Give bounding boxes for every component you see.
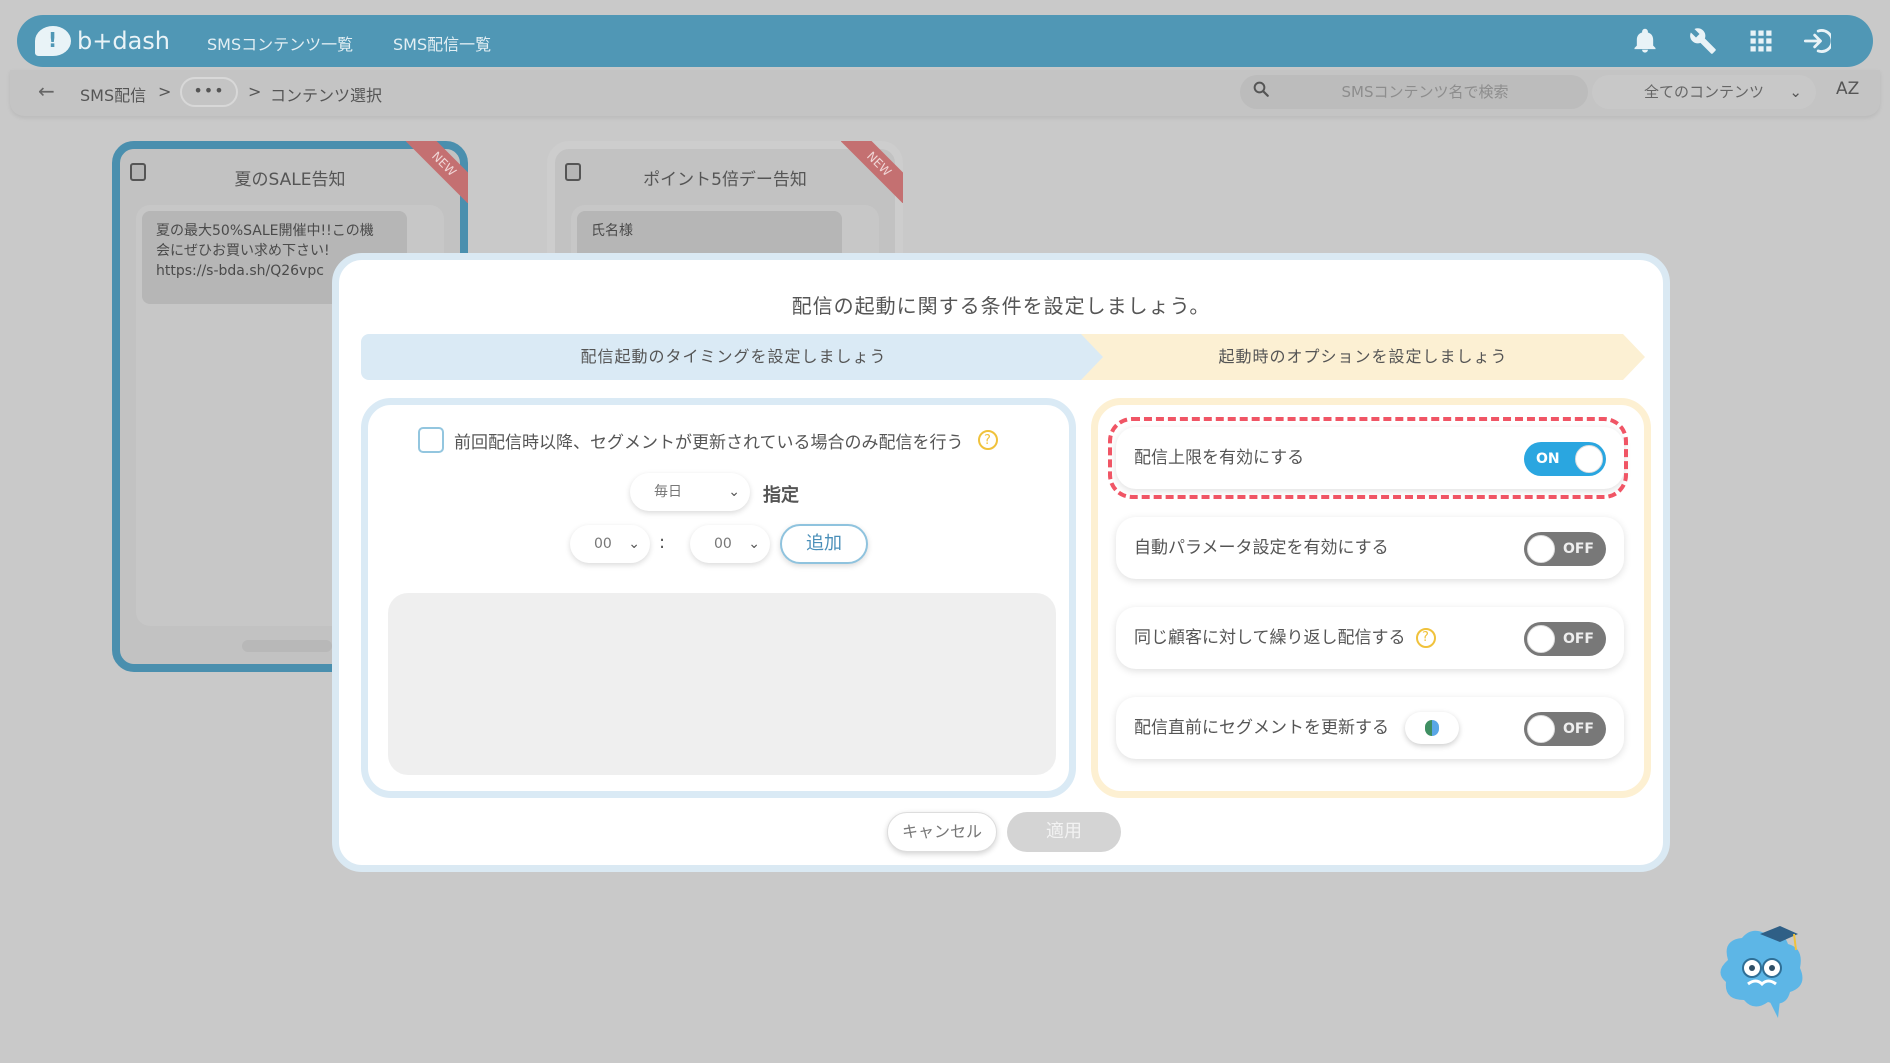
- new-badge: NEW: [841, 141, 903, 203]
- segment-updated-only-checkbox[interactable]: [418, 427, 444, 453]
- nav-sms-deliveries[interactable]: SMS配信一覧: [393, 31, 491, 55]
- option-label: 同じ顧客に対して繰り返し配信する: [1134, 628, 1406, 648]
- help-icon[interactable]: ?: [977, 430, 998, 450]
- frequency-select[interactable]: 毎日 ⌄: [630, 473, 750, 511]
- logout-icon[interactable]: [1803, 27, 1834, 55]
- option-refresh-segment: 配信直前にセグメントを更新する OFF: [1116, 697, 1624, 759]
- toggle-state: OFF: [1562, 721, 1594, 737]
- apply-button[interactable]: 適用: [1007, 812, 1121, 852]
- breadcrumb-separator: >: [248, 82, 262, 101]
- hour-select[interactable]: 00 ⌄: [570, 525, 650, 563]
- frequency-value: 毎日: [654, 484, 682, 500]
- breadcrumb-separator: >: [158, 82, 172, 101]
- new-ribbon: NEW: [841, 141, 903, 203]
- nav-sms-contents[interactable]: SMSコンテンツ一覧: [207, 31, 353, 55]
- search-icon: [1252, 80, 1270, 103]
- modal-title: 配信の起動に関する条件を設定しましょう。: [791, 294, 1211, 318]
- mascot-helper-icon[interactable]: [1708, 920, 1818, 1020]
- segment-updated-only-row: 前回配信時以降、セグメントが更新されている場合のみ配信を行う ?: [418, 427, 998, 453]
- bell-icon[interactable]: [1631, 27, 1659, 55]
- delivery-trigger-modal: 配信の起動に関する条件を設定しましょう。 配信起動のタイミングを設定しましょう …: [332, 253, 1670, 872]
- option-label: 自動パラメータ設定を有効にする: [1134, 538, 1389, 558]
- toggle-state: OFF: [1562, 631, 1594, 647]
- apps-grid-icon[interactable]: [1747, 27, 1775, 55]
- minute-select[interactable]: 00 ⌄: [690, 525, 770, 563]
- repeat-delivery-toggle[interactable]: OFF: [1524, 622, 1606, 656]
- breadcrumb-more-button[interactable]: •••: [180, 77, 238, 107]
- content-filter-select[interactable]: 全てのコンテンツ ⌄: [1592, 75, 1816, 109]
- option-label-row: 同じ顧客に対して繰り返し配信する ?: [1134, 607, 1436, 669]
- option-delivery-limit: 配信上限を有効にする ON: [1116, 427, 1624, 489]
- timing-panel: 前回配信時以降、セグメントが更新されている場合のみ配信を行う ? 毎日 ⌄ 指定…: [361, 398, 1076, 798]
- chevron-down-icon: ⌄: [628, 536, 640, 552]
- toggle-knob: [1575, 445, 1603, 473]
- delivery-limit-toggle[interactable]: ON: [1524, 442, 1606, 476]
- toggle-state: OFF: [1562, 541, 1594, 557]
- option-repeat-delivery: 同じ顧客に対して繰り返し配信する ? OFF: [1116, 607, 1624, 669]
- back-arrow-icon[interactable]: ←: [38, 79, 55, 103]
- hour-value: 00: [594, 536, 612, 552]
- option-label: 配信上限を有効にする: [1134, 448, 1305, 468]
- options-panel: 配信上限を有効にする ON 自動パラメータ設定を有効にする OFF 同じ顧客に対…: [1091, 398, 1651, 798]
- time-separator: :: [659, 532, 666, 553]
- help-icon[interactable]: ?: [1415, 628, 1436, 648]
- chevron-down-icon: ⌄: [748, 536, 760, 552]
- toggle-knob: [1527, 625, 1555, 653]
- search-input[interactable]: [1280, 79, 1570, 105]
- top-nav-bar: b+dash SMSコンテンツ一覧 SMS配信一覧: [17, 15, 1873, 67]
- chevron-down-icon: ⌄: [728, 484, 740, 500]
- card-handle: [242, 640, 332, 652]
- auto-parameter-toggle[interactable]: OFF: [1524, 532, 1606, 566]
- step-options: 起動時のオプションを設定しましょう: [1081, 334, 1645, 380]
- new-ribbon: NEW: [406, 141, 468, 203]
- breadcrumb-bar: ← SMS配信 > ••• > コンテンツ選択 全てのコンテンツ ⌄ AZ: [10, 70, 1880, 116]
- specify-label: 指定: [763, 485, 799, 506]
- new-badge: NEW: [406, 141, 468, 203]
- beginner-mark-icon: [1425, 720, 1439, 736]
- beginner-guide-button[interactable]: [1405, 712, 1459, 744]
- minute-value: 00: [714, 536, 732, 552]
- wrench-icon[interactable]: [1689, 27, 1717, 55]
- breadcrumb-content-select: コンテンツ選択: [270, 86, 383, 105]
- logo[interactable]: b+dash: [35, 24, 170, 58]
- logo-icon: [35, 26, 71, 56]
- option-label: 配信直前にセグメントを更新する: [1134, 718, 1389, 738]
- logo-text: b+dash: [77, 27, 170, 55]
- time-list: [388, 593, 1056, 775]
- chevron-down-icon: ⌄: [1789, 83, 1802, 101]
- toggle-knob: [1527, 535, 1555, 563]
- step-timing: 配信起動のタイミングを設定しましょう: [361, 334, 1106, 380]
- segment-updated-only-label: 前回配信時以降、セグメントが更新されている場合のみ配信を行う: [454, 432, 964, 453]
- sort-az-icon[interactable]: AZ: [1836, 79, 1859, 99]
- option-auto-parameter: 自動パラメータ設定を有効にする OFF: [1116, 517, 1624, 579]
- toggle-state: ON: [1536, 451, 1560, 467]
- add-time-button[interactable]: 追加: [780, 524, 868, 564]
- search-box: [1240, 75, 1588, 109]
- option-label-row: 配信直前にセグメントを更新する: [1134, 697, 1459, 759]
- cancel-button[interactable]: キャンセル: [887, 812, 997, 852]
- filter-value: 全てのコンテンツ: [1643, 83, 1764, 101]
- refresh-segment-toggle[interactable]: OFF: [1524, 712, 1606, 746]
- toggle-knob: [1527, 715, 1555, 743]
- breadcrumb-sms-delivery[interactable]: SMS配信: [80, 82, 146, 106]
